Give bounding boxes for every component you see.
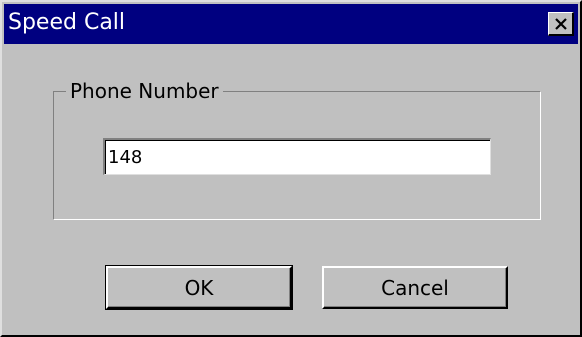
close-button[interactable] [548, 12, 574, 36]
cancel-button[interactable]: Cancel [322, 266, 508, 309]
window-title: Speed Call [8, 10, 126, 35]
phone-number-input[interactable] [103, 138, 491, 175]
speed-call-dialog: Speed Call Phone Number OK Cancel [0, 0, 582, 337]
title-bar[interactable]: Speed Call [4, 4, 578, 44]
group-legend: Phone Number [66, 78, 223, 104]
ok-button[interactable]: OK [105, 265, 293, 310]
close-icon [554, 17, 568, 30]
